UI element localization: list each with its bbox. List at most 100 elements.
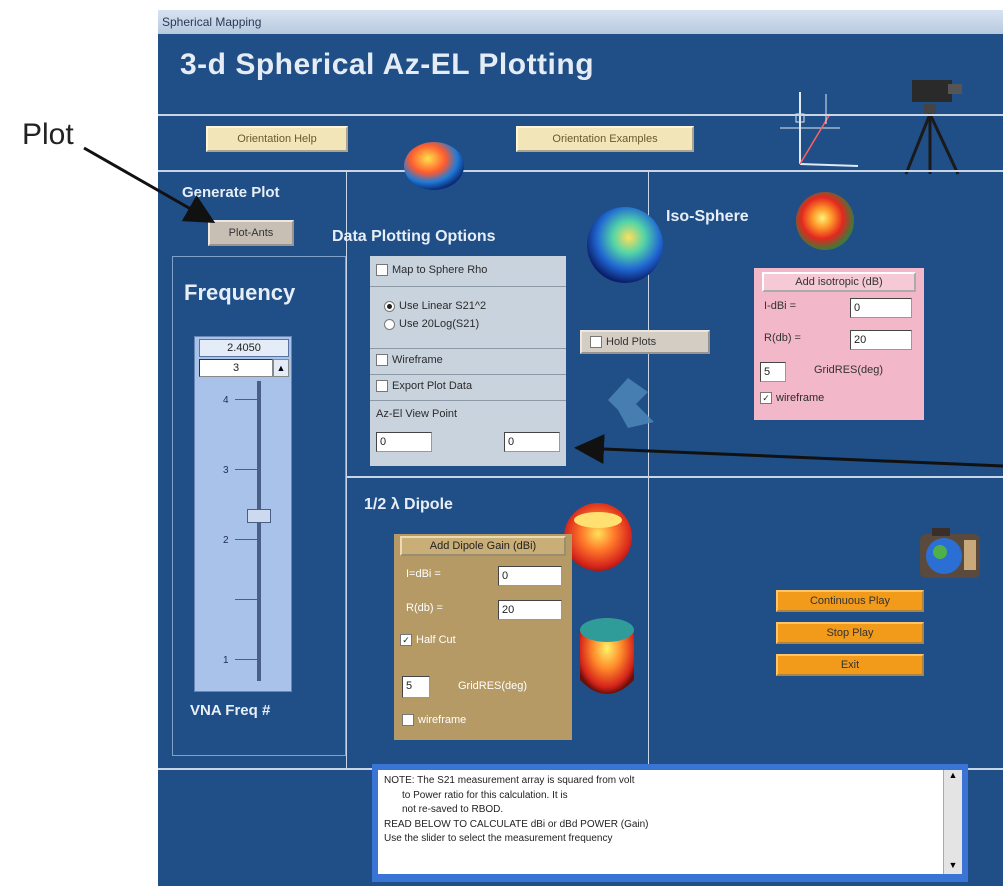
map-to-sphere-checkbox[interactable]: Map to Sphere Rho [376, 264, 488, 277]
use-20log-label: Use 20Log(S21) [399, 318, 480, 330]
generate-plot-label: Generate Plot [182, 184, 280, 201]
separator [370, 348, 566, 349]
wireframe-label: Wireframe [392, 354, 443, 366]
use-linear-radio[interactable]: Use Linear S21^2 [384, 300, 486, 312]
window-title: Spherical Mapping [158, 10, 1003, 34]
dipole-pattern-icon [564, 503, 632, 571]
note-line: NOTE: The S21 measurement array is squar… [384, 775, 635, 786]
tick-label: 3 [223, 465, 229, 476]
orientation-help-button[interactable]: Orientation Help [206, 126, 348, 152]
tick-label: 2 [223, 535, 229, 546]
checkbox-checked-icon[interactable]: ✓ [400, 634, 412, 647]
checkbox-icon[interactable] [376, 380, 388, 393]
dipole-panel: Add Dipole Gain (dBi) I=dBi = 0 R(db) = … [394, 534, 572, 740]
iso-wireframe-label: wireframe [776, 392, 825, 404]
continuous-play-button[interactable]: Continuous Play [776, 590, 924, 612]
dipole-rho-label: R(db) = [406, 602, 443, 614]
dipole-gridres-input[interactable]: 5 [402, 676, 430, 698]
antenna-model-icon [608, 378, 654, 428]
iso-idbi-input[interactable]: 0 [850, 298, 912, 318]
tick-mark [235, 399, 257, 400]
radio-selected-icon[interactable] [384, 300, 395, 312]
tick-mark [235, 659, 257, 660]
half-cut-checkbox[interactable]: ✓ Half Cut [400, 634, 456, 647]
plot-callout-label: Plot [22, 118, 74, 151]
checkbox-checked-icon[interactable]: ✓ [760, 392, 772, 405]
use-20log-radio[interactable]: Use 20Log(S21) [384, 318, 479, 330]
checkbox-icon[interactable] [402, 714, 414, 727]
dipole-idbi-label: I=dBi = [406, 568, 441, 580]
elevation-input[interactable]: 0 [504, 432, 560, 452]
orientation-examples-button[interactable]: Orientation Examples [516, 126, 694, 152]
app-window: Spherical Mapping 3-d Spherical Az-EL Pl… [158, 10, 1003, 886]
checkbox-icon[interactable] [590, 336, 602, 349]
iso-sphere-title: Iso-Sphere [666, 208, 749, 225]
iso-rho-label: R(db) = [764, 332, 801, 344]
iso-sphere-thumbnail-icon [796, 192, 854, 250]
map-to-sphere-label: Map to Sphere Rho [392, 264, 488, 276]
separator [370, 400, 566, 401]
dipole-wireframe-label: wireframe [418, 714, 467, 726]
exit-button[interactable]: Exit [776, 654, 924, 676]
page-title: 3-d Spherical Az-EL Plotting [180, 48, 595, 81]
spinner-icon[interactable]: ▲ [273, 359, 289, 377]
tick-mark [235, 469, 257, 470]
checkbox-icon[interactable] [376, 354, 388, 367]
plot-ants-button[interactable]: Plot-Ants [208, 220, 294, 246]
note-line: to Power ratio for this calculation. It … [402, 789, 568, 801]
scroll-down-icon[interactable]: ▼ [944, 860, 962, 874]
slider-track[interactable] [257, 381, 261, 681]
hold-plots-label: Hold Plots [606, 336, 657, 348]
divider-mid [158, 170, 1003, 172]
note-frame: NOTE: The S21 measurement array is squar… [372, 764, 968, 882]
export-plot-data-label: Export Plot Data [392, 380, 473, 392]
radio-icon[interactable] [384, 318, 395, 330]
iso-gridres-input[interactable]: 5 [760, 362, 786, 382]
camera-globe-icon [920, 528, 980, 578]
iso-gridres-label: GridRES(deg) [814, 364, 884, 376]
dipole-wireframe-checkbox[interactable]: wireframe [402, 714, 467, 727]
divider-h-mid [346, 476, 1003, 478]
note-line: READ BELOW TO CALCULATE dBi or dBd POWER… [384, 818, 649, 830]
dipole-idbi-input[interactable]: 0 [498, 566, 562, 586]
azimuth-input[interactable]: 0 [376, 432, 432, 452]
checkbox-icon[interactable] [376, 264, 388, 277]
note-line: not re-saved to RBOD. [402, 804, 504, 816]
frequency-index-field[interactable]: 3 [199, 359, 273, 377]
separator [370, 374, 566, 375]
viewpoint-label: Az-El View Point [376, 408, 458, 420]
dipole-halfcut-icon [580, 618, 634, 694]
sphere-thumbnail-icon [587, 207, 663, 283]
half-cut-label: Half Cut [416, 634, 456, 646]
add-isotropic-button[interactable]: Add isotropic (dB) [762, 272, 916, 292]
add-dipole-gain-button[interactable]: Add Dipole Gain (dBi) [400, 536, 566, 556]
stop-play-button[interactable]: Stop Play [776, 622, 924, 644]
wireframe-checkbox[interactable]: Wireframe [376, 354, 443, 367]
note-textarea[interactable]: NOTE: The S21 measurement array is squar… [378, 770, 944, 874]
vna-freq-label: VNA Freq # [190, 702, 271, 719]
tick-label: 1 [223, 655, 229, 666]
plotting-options-panel: Map to Sphere Rho Use Linear S21^2 Use 2… [370, 256, 566, 466]
iso-idbi-label: I-dBi = [764, 300, 797, 312]
iso-sphere-panel: Add isotropic (dB) I-dBi = 0 R(db) = 20 … [754, 268, 924, 420]
divider-top [158, 114, 1003, 116]
scroll-up-icon[interactable]: ▲ [944, 770, 962, 784]
tripod-camera-icon [904, 80, 962, 175]
tick-mark [235, 539, 257, 540]
pattern-thumbnail-icon [404, 142, 464, 190]
hold-plots-checkbox[interactable]: Hold Plots [580, 330, 710, 354]
slider-thumb[interactable] [247, 509, 271, 523]
tick-mark [235, 599, 257, 600]
tick-label: 4 [223, 395, 229, 406]
dipole-rho-input[interactable]: 20 [498, 600, 562, 620]
note-line: Use the slider to select the measurement… [384, 833, 613, 845]
divider-v1 [346, 170, 347, 770]
export-plot-data-checkbox[interactable]: Export Plot Data [376, 380, 473, 393]
dipole-gridres-label: GridRES(deg) [458, 680, 528, 692]
frequency-slider[interactable]: 2.4050 3 ▲ 4 3 2 1 [194, 336, 292, 692]
axes-diagram-icon [780, 92, 859, 167]
frequency-value-display: 2.4050 [199, 339, 289, 357]
note-scrollbar[interactable]: ▲ ▼ [943, 770, 962, 874]
iso-wireframe-checkbox[interactable]: ✓ wireframe [760, 392, 825, 405]
iso-rho-input[interactable]: 20 [850, 330, 912, 350]
